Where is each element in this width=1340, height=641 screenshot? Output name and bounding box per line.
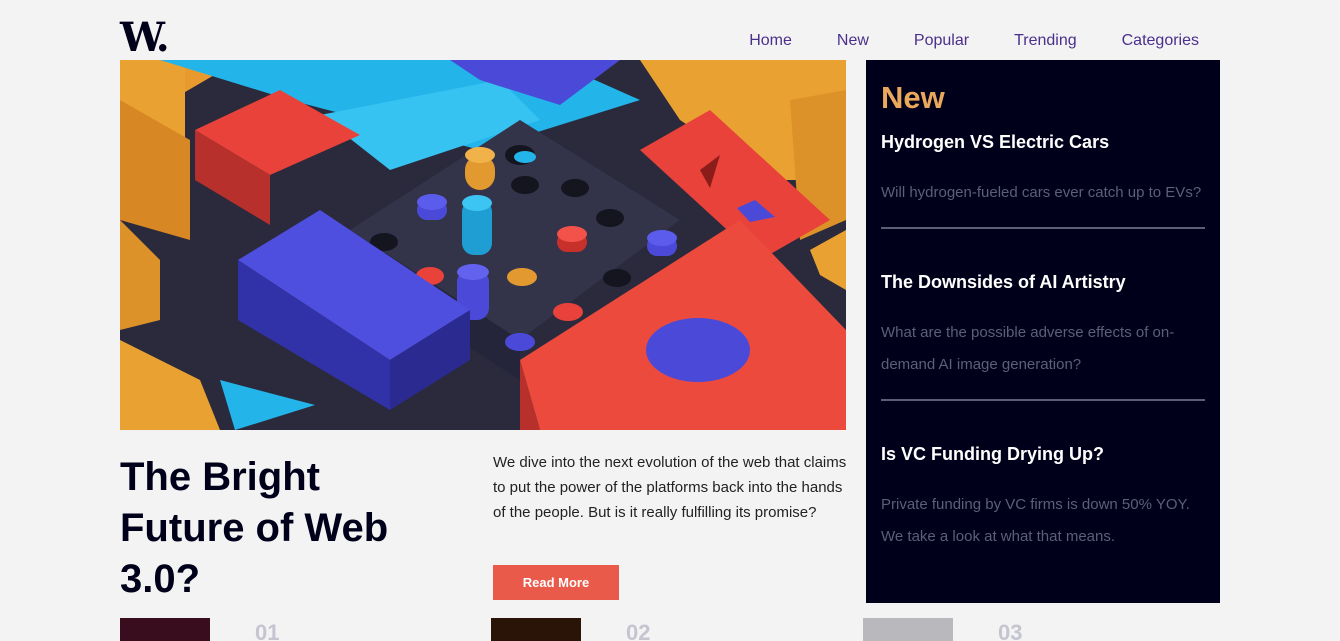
bottom-item-number: 02 bbox=[626, 620, 651, 641]
bottom-thumbnail bbox=[120, 618, 210, 641]
nav-categories[interactable]: Categories bbox=[1122, 31, 1199, 51]
bottom-thumbnail bbox=[863, 618, 953, 641]
hero-image bbox=[120, 60, 846, 430]
bottom-thumbnail bbox=[491, 618, 581, 641]
nav-trending[interactable]: Trending bbox=[1014, 31, 1077, 51]
sidebar-article[interactable]: The Downsides of AI Artistry What are th… bbox=[881, 271, 1205, 399]
logo[interactable]: W. bbox=[120, 18, 170, 58]
article-headline: The Bright Future of Web 3.0? bbox=[120, 455, 389, 601]
bottom-list-item[interactable]: 03 bbox=[863, 618, 1022, 641]
sidebar-article[interactable]: Hydrogen VS Electric Cars Will hydrogen-… bbox=[881, 131, 1205, 227]
sidebar-article-title[interactable]: The Downsides of AI Artistry bbox=[881, 271, 1205, 293]
sidebar-article-title[interactable]: Is VC Funding Drying Up? bbox=[881, 443, 1205, 465]
bottom-list-item[interactable]: 02 bbox=[491, 618, 650, 641]
divider bbox=[881, 227, 1205, 229]
divider bbox=[881, 399, 1205, 401]
sidebar-article-desc: Will hydrogen-fueled cars ever catch up … bbox=[881, 184, 1202, 201]
sidebar-article-desc: Private funding by VC firms is down 50% … bbox=[881, 496, 1190, 545]
sidebar-heading: New bbox=[881, 80, 945, 115]
bottom-list-item[interactable]: 01 bbox=[120, 618, 279, 641]
new-articles-sidebar: New Hydrogen VS Electric Cars Will hydro… bbox=[866, 60, 1220, 603]
sidebar-article-desc: What are the possible adverse effects of… bbox=[881, 324, 1175, 373]
sidebar-article[interactable]: Is VC Funding Drying Up? Private funding… bbox=[881, 443, 1205, 571]
main-nav: Home New Popular Trending Categories bbox=[749, 31, 1199, 51]
nav-new[interactable]: New bbox=[837, 31, 869, 51]
nav-popular[interactable]: Popular bbox=[914, 31, 969, 51]
article-summary: We dive into the next evolution of the w… bbox=[493, 454, 847, 521]
bottom-item-number: 03 bbox=[998, 620, 1023, 641]
read-more-button[interactable]: Read More bbox=[493, 565, 619, 600]
sidebar-article-title[interactable]: Hydrogen VS Electric Cars bbox=[881, 131, 1205, 153]
nav-home[interactable]: Home bbox=[749, 31, 792, 51]
bottom-item-number: 01 bbox=[255, 620, 280, 641]
